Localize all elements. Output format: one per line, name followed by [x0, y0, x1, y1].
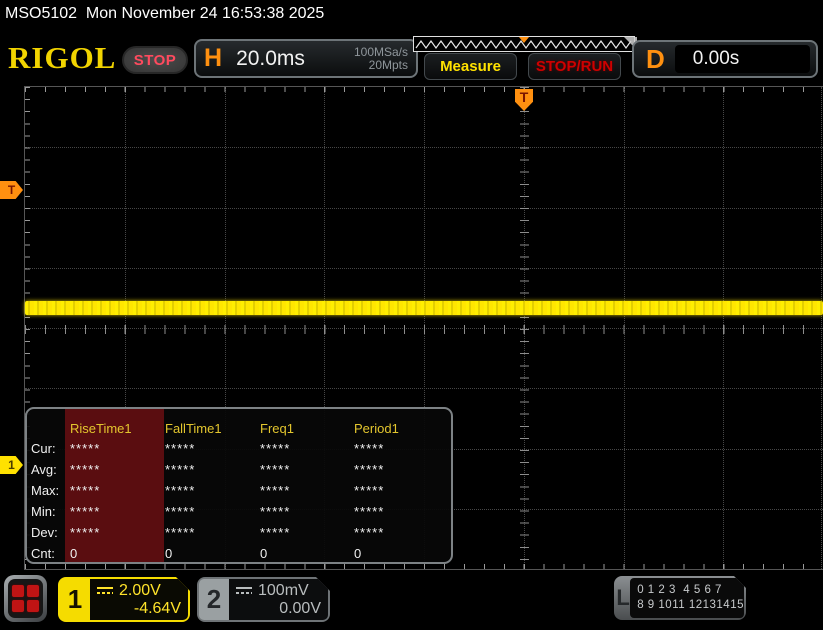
- table-cell: *****: [70, 525, 101, 540]
- rigol-logo: RIGOL: [8, 40, 117, 75]
- table-cell: *****: [260, 525, 291, 540]
- row-label: Avg:: [31, 462, 57, 477]
- run-state-badge: STOP: [122, 46, 188, 74]
- channel-1-number: 1: [67, 584, 83, 614]
- table-cell: 0: [260, 546, 269, 561]
- dc-coupling-icon: [96, 586, 114, 596]
- row-label: Dev:: [31, 525, 58, 540]
- row-label: Max:: [31, 483, 60, 498]
- memory-depth: 20Mpts: [368, 57, 408, 72]
- table-cell: *****: [70, 504, 101, 519]
- column-header: Period1: [354, 420, 399, 436]
- table-cell: *****: [354, 441, 385, 456]
- graticule-ticks-bottom: [25, 564, 823, 569]
- delay-settings-box[interactable]: D 0.00s: [632, 40, 818, 78]
- logic-analyzer-label: L: [616, 585, 630, 610]
- table-cell: *****: [354, 525, 385, 540]
- channel-2-number: 2: [199, 579, 229, 620]
- gridline: [25, 267, 823, 269]
- d-label: D: [646, 43, 665, 74]
- ch1-offset-marker[interactable]: 1: [0, 456, 23, 474]
- table-cell: *****: [354, 504, 385, 519]
- timebase-value: 20.0ms: [236, 46, 305, 70]
- channel-2-scale: 100mV: [258, 581, 309, 599]
- table-cell: *****: [354, 462, 385, 477]
- graticule-ticks-top: [25, 87, 823, 92]
- trigger-level-marker[interactable]: T: [0, 181, 23, 199]
- h-label: H: [204, 44, 223, 72]
- horizontal-settings-box[interactable]: H 20.0ms 100MSa/s 20Mpts: [194, 39, 418, 78]
- channel-2-offset: 0.00V: [279, 599, 321, 617]
- row-label: Cur:: [31, 441, 56, 456]
- channel-1-status[interactable]: 1 2.00V -4.64V: [58, 577, 190, 622]
- table-cell: 0: [354, 546, 363, 561]
- table-cell: *****: [165, 462, 196, 477]
- digital-channels-row2: 8 9 1011 12131415: [637, 599, 744, 611]
- gridline: [25, 388, 823, 390]
- gridline: [25, 147, 823, 149]
- preview-trigger-position-icon[interactable]: [519, 37, 529, 43]
- waveform-preview-strip[interactable]: [413, 36, 635, 52]
- table-cell: *****: [70, 441, 101, 456]
- table-cell: *****: [165, 441, 196, 456]
- logic-analyzer-status[interactable]: L 0 1 2 3 4 5 6 7 8 9 1011 12131415: [614, 576, 746, 620]
- table-cell: *****: [165, 525, 196, 540]
- channel-2-status[interactable]: 2 100mV 0.00V: [197, 577, 330, 622]
- row-label: Min:: [31, 504, 56, 519]
- trigger-position-marker[interactable]: T: [515, 89, 533, 111]
- table-cell: *****: [165, 483, 196, 498]
- table-cell: *****: [260, 462, 291, 477]
- windows-menu-button[interactable]: [4, 575, 47, 622]
- column-header: FallTime1: [165, 420, 222, 436]
- model-and-datetime: MSO5102 Mon November 24 16:53:38 2025: [5, 5, 325, 22]
- center-axis-ticks: [25, 325, 823, 334]
- row-label: Cnt:: [31, 546, 55, 561]
- gridline: [25, 207, 823, 209]
- dc-coupling-icon: [235, 586, 253, 596]
- table-cell: *****: [260, 504, 291, 519]
- delay-value: 0.00s: [674, 45, 810, 73]
- column-header: RiseTime1: [70, 420, 132, 436]
- channel-1-scale: 2.00V: [119, 581, 161, 599]
- column-header: Freq1: [260, 420, 294, 436]
- digital-channels-row1: 0 1 2 3 4 5 6 7: [637, 584, 722, 596]
- table-cell: 0: [165, 546, 174, 561]
- table-cell: *****: [70, 483, 101, 498]
- channel-1-offset: -4.64V: [133, 599, 181, 617]
- table-cell: *****: [354, 483, 385, 498]
- stop-run-button[interactable]: STOP/RUN: [528, 53, 621, 80]
- table-cell: *****: [165, 504, 196, 519]
- oscilloscope-screen: MSO5102 Mon November 24 16:53:38 2025 RI…: [0, 0, 823, 630]
- grid-icon: [8, 579, 43, 618]
- table-cell: 0: [70, 546, 79, 561]
- measurement-table: RiseTime1 FallTime1 Freq1 Period1 Cur: *…: [25, 407, 453, 564]
- sample-rate: 100MSa/s: [353, 44, 408, 59]
- table-cell: *****: [260, 483, 291, 498]
- measure-button[interactable]: Measure: [424, 53, 517, 80]
- ch1-trace: [25, 301, 823, 315]
- table-cell: *****: [260, 441, 291, 456]
- table-cell: *****: [70, 462, 101, 477]
